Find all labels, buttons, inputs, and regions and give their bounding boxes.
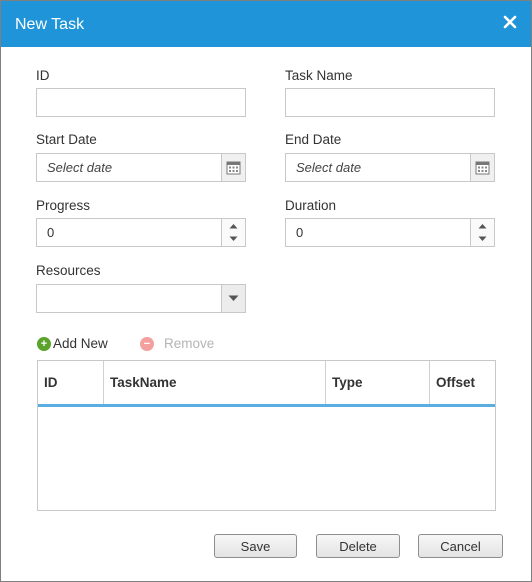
dialog-title: New Task [15,16,85,33]
dependency-grid: ID TaskName Type Offset [37,360,496,511]
remove-label: Remove [164,336,215,351]
cancel-button[interactable]: Cancel [418,534,503,558]
chevron-up-icon[interactable] [222,219,245,232]
calendar-icon[interactable] [221,154,245,181]
close-icon[interactable] [503,15,519,31]
task-name-field[interactable] [286,89,494,116]
progress-input[interactable] [37,219,222,246]
chevron-down-icon[interactable] [471,232,494,245]
column-header-id[interactable]: ID [38,361,104,404]
id-field-wrapper [36,88,246,117]
resources-input[interactable] [37,285,222,312]
resources-dropdown[interactable] [36,284,246,313]
duration-label: Duration [285,198,337,213]
id-label: ID [36,68,50,83]
calendar-icon[interactable] [470,154,494,181]
chevron-down-icon[interactable] [221,285,245,312]
column-header-taskname[interactable]: TaskName [104,361,326,404]
start-date-label: Start Date [36,132,97,147]
progress-numeric [36,218,246,247]
grid-header: ID TaskName Type Offset [38,361,495,407]
id-field[interactable] [37,89,245,116]
remove-icon: − [140,336,154,351]
add-icon: + [37,336,51,351]
resources-label: Resources [36,263,101,278]
task-name-label: Task Name [285,68,353,83]
start-date-picker [36,153,246,182]
new-task-dialog: New Task ID Task Name Start Date Select … [0,0,532,582]
column-header-offset[interactable]: Offset [430,361,495,404]
duration-input[interactable] [286,219,471,246]
save-button[interactable]: Save [214,534,297,558]
delete-button[interactable]: Delete [316,534,400,558]
add-new-label: Add New [53,336,108,351]
chevron-down-icon[interactable] [222,232,245,245]
task-name-field-wrapper [285,88,495,117]
chevron-up-icon[interactable] [471,219,494,232]
end-date-label: End Date [285,132,342,147]
grid-content [38,410,495,510]
start-date-input[interactable] [37,154,222,181]
dialog-titlebar: New Task [1,1,531,47]
remove-button[interactable]: − Remove [140,336,214,351]
end-date-picker [285,153,495,182]
progress-label: Progress [36,198,91,213]
column-header-type[interactable]: Type [326,361,430,404]
progress-spinner [221,219,245,246]
duration-spinner [470,219,494,246]
duration-numeric [285,218,495,247]
end-date-input[interactable] [286,154,471,181]
add-new-button[interactable]: + Add New [37,336,108,351]
